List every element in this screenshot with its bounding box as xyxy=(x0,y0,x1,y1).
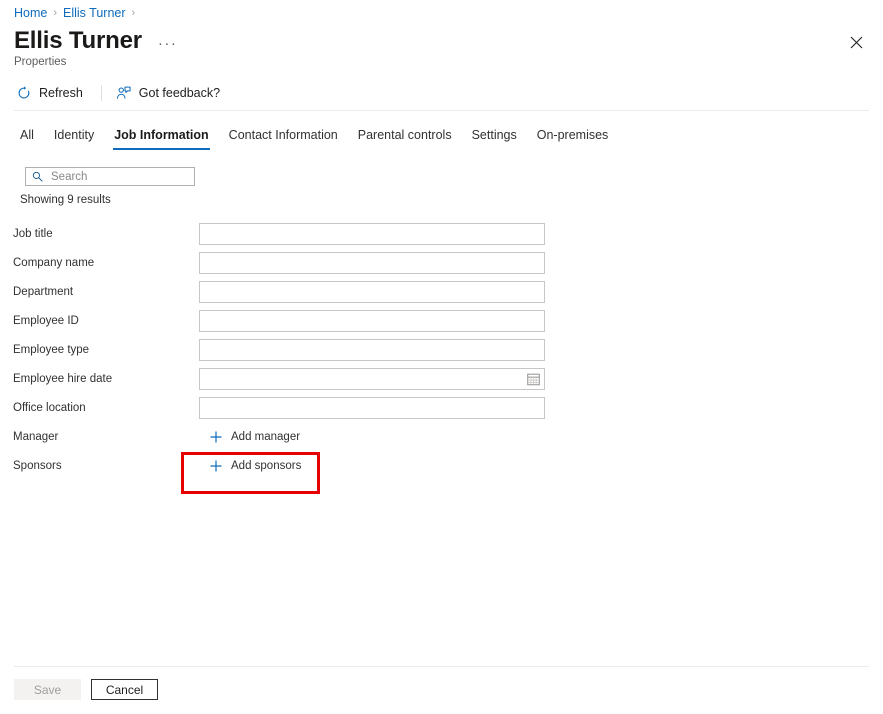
office-location-input[interactable] xyxy=(199,397,545,419)
cancel-button[interactable]: Cancel xyxy=(91,679,158,700)
breadcrumb: Home › Ellis Turner › xyxy=(14,6,135,20)
calendar-icon[interactable] xyxy=(527,372,540,385)
form-row-office-location: Office location xyxy=(0,393,560,422)
add-manager-button[interactable]: Add manager xyxy=(205,427,306,447)
label-employee-hire-date: Employee hire date xyxy=(0,373,199,385)
refresh-icon xyxy=(16,85,32,101)
add-sponsors-button[interactable]: Add sponsors xyxy=(205,456,307,476)
close-icon xyxy=(850,36,863,49)
refresh-button[interactable]: Refresh xyxy=(14,83,89,103)
form-row-employee-type: Employee type xyxy=(0,335,560,364)
title-row: Ellis Turner ··· xyxy=(14,27,179,55)
search-icon xyxy=(32,171,43,182)
plus-icon xyxy=(209,459,223,473)
employee-hire-date-input[interactable] xyxy=(199,368,545,390)
field-wrap-employee-type xyxy=(199,339,545,361)
form-row-manager: Manager Add manager xyxy=(0,422,560,451)
field-wrap-company-name xyxy=(199,252,545,274)
tab-settings[interactable]: Settings xyxy=(462,124,527,150)
tab-bar: All Identity Job Information Contact Inf… xyxy=(10,120,618,150)
form-row-job-title: Job title xyxy=(0,219,560,248)
field-wrap-department xyxy=(199,281,545,303)
label-department: Department xyxy=(0,286,199,298)
search-input[interactable] xyxy=(51,171,188,183)
add-manager-label: Add manager xyxy=(231,431,300,443)
breadcrumb-separator-icon-2: › xyxy=(132,8,136,19)
save-button[interactable]: Save xyxy=(14,679,81,700)
feedback-person-icon xyxy=(116,85,132,101)
properties-form: Job title Company name Department Employ… xyxy=(0,219,560,480)
refresh-label: Refresh xyxy=(39,86,83,100)
tab-parental-controls[interactable]: Parental controls xyxy=(348,124,462,150)
job-title-input[interactable] xyxy=(199,223,545,245)
label-sponsors: Sponsors xyxy=(0,460,199,472)
got-feedback-button[interactable]: Got feedback? xyxy=(114,83,226,103)
plus-icon xyxy=(209,430,223,444)
label-office-location: Office location xyxy=(0,402,199,414)
breadcrumb-item-home[interactable]: Home xyxy=(14,6,47,20)
field-wrap-job-title xyxy=(199,223,545,245)
results-count: Showing 9 results xyxy=(20,194,111,206)
field-wrap-employee-hire-date xyxy=(199,368,545,390)
field-wrap-office-location xyxy=(199,397,545,419)
add-sponsors-label: Add sponsors xyxy=(231,460,301,472)
field-wrap-employee-id xyxy=(199,310,545,332)
search-box[interactable] xyxy=(25,167,195,186)
breadcrumb-item-ellis-turner[interactable]: Ellis Turner xyxy=(63,6,126,20)
got-feedback-label: Got feedback? xyxy=(139,86,220,100)
close-button[interactable] xyxy=(845,31,867,53)
tab-contact-information[interactable]: Contact Information xyxy=(219,124,348,150)
tab-identity[interactable]: Identity xyxy=(44,124,104,150)
form-row-department: Department xyxy=(0,277,560,306)
footer-divider xyxy=(14,666,869,667)
form-row-employee-hire-date: Employee hire date xyxy=(0,364,560,393)
command-bar-divider xyxy=(101,85,102,101)
footer-actions: Save Cancel xyxy=(14,679,158,700)
tab-on-premises[interactable]: On-premises xyxy=(527,124,619,150)
page-subtitle: Properties xyxy=(14,56,66,68)
tab-job-information[interactable]: Job Information xyxy=(104,124,218,150)
label-company-name: Company name xyxy=(0,257,199,269)
breadcrumb-separator-icon: › xyxy=(53,8,57,19)
department-input[interactable] xyxy=(199,281,545,303)
form-row-employee-id: Employee ID xyxy=(0,306,560,335)
tab-all[interactable]: All xyxy=(10,124,44,150)
header-divider xyxy=(14,110,869,111)
label-job-title: Job title xyxy=(0,228,199,240)
page-title: Ellis Turner xyxy=(14,27,142,55)
company-name-input[interactable] xyxy=(199,252,545,274)
command-bar: Refresh Got feedback? xyxy=(14,80,226,106)
label-employee-id: Employee ID xyxy=(0,315,199,327)
form-row-company-name: Company name xyxy=(0,248,560,277)
employee-type-input[interactable] xyxy=(199,339,545,361)
form-row-sponsors: Sponsors Add sponsors xyxy=(0,451,560,480)
label-manager: Manager xyxy=(0,431,199,443)
more-options-button[interactable]: ··· xyxy=(156,39,180,49)
employee-id-input[interactable] xyxy=(199,310,545,332)
label-employee-type: Employee type xyxy=(0,344,199,356)
